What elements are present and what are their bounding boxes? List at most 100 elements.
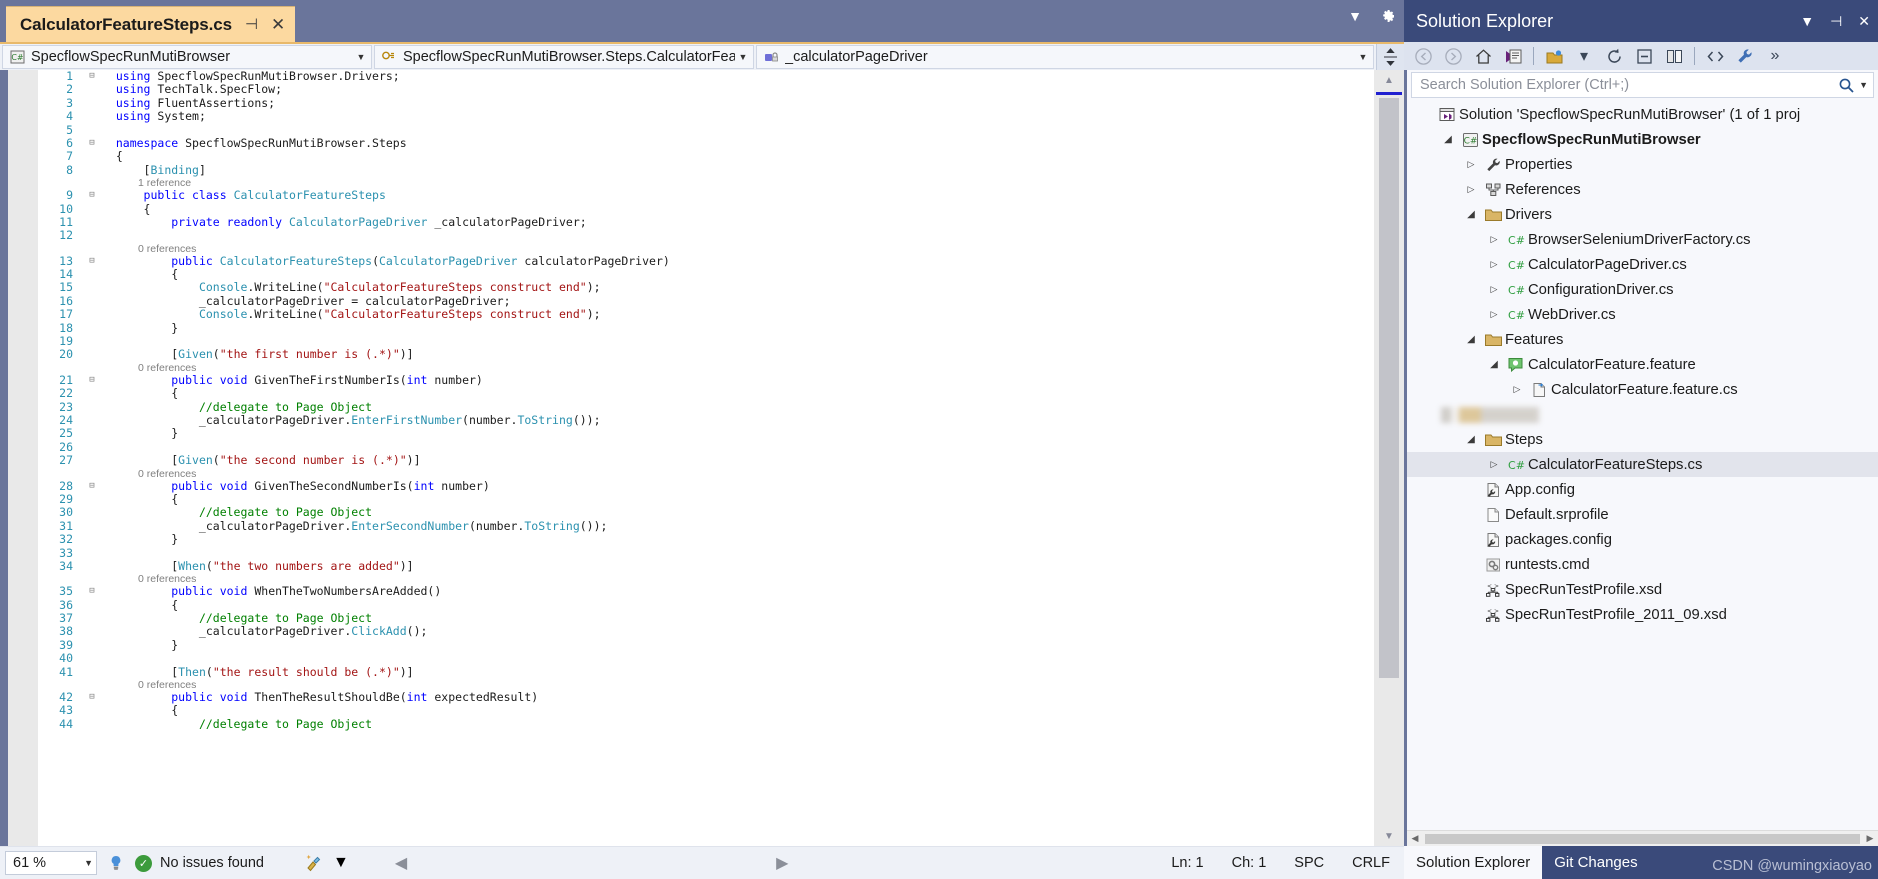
code-line[interactable]: 34 [When("the two numbers are added")] [38,559,1404,573]
scroll-down-arrow[interactable]: ▼ [1374,826,1404,846]
solution-explorer-horizontal-scrollbar[interactable]: ◀ ▶ [1407,830,1878,846]
code-line[interactable]: 27 [Given("the second number is (.*)")] [38,453,1404,467]
tree-item-calculatorfeaturesteps-cs[interactable]: ▷ C# CalculatorFeatureSteps.cs [1407,452,1878,477]
chevron-down-icon[interactable]: ▾ [1571,44,1597,68]
code-line[interactable]: 13 ⊟ public CalculatorFeatureSteps(Calcul… [38,254,1404,268]
code-line[interactable]: 14 { [38,267,1404,281]
code-line[interactable]: 3 using FluentAssertions; [38,96,1404,110]
home-icon[interactable] [1470,44,1496,68]
tree-item-specflowspecrunmutibrowser[interactable]: ◢ C# SpecflowSpecRunMutiBrowser [1407,127,1878,152]
expander-expanded-icon[interactable]: ◢ [1461,334,1481,345]
code-line[interactable]: 5 [38,123,1404,137]
split-view-icon[interactable] [1376,44,1404,70]
tree-item-app-config[interactable]: App.config [1407,477,1878,502]
fold-toggle-icon[interactable]: ⊟ [82,70,102,83]
tab-git-changes[interactable]: Git Changes [1542,846,1649,879]
scroll-right-arrow[interactable]: ▶ [1862,833,1878,844]
chevron-down-icon[interactable]: ▼ [333,854,349,872]
expander-collapsed-icon[interactable]: ▷ [1484,309,1504,320]
expander-collapsed-icon[interactable]: ▷ [1484,459,1504,470]
fold-toggle-icon[interactable]: ⊟ [82,585,102,598]
close-icon[interactable]: ✕ [271,16,285,33]
code-line[interactable]: 21 ⊟ public void GivenTheFirstNumberIs(in… [38,373,1404,387]
expander-expanded-icon[interactable]: ◢ [1484,359,1504,370]
properties-icon[interactable] [1661,44,1687,68]
code-line[interactable]: 24 _calculatorPageDriver.EnterFirstNumbe… [38,413,1404,427]
tree-item-webdriver-cs[interactable]: ▷ C# WebDriver.cs [1407,302,1878,327]
code-line[interactable]: 6 ⊟ namespace SpecflowSpecRunMutiBrowser.… [38,136,1404,150]
code-line[interactable]: 38 _calculatorPageDriver.ClickAdd(); [38,625,1404,639]
fold-toggle-icon[interactable]: ⊟ [82,255,102,268]
chevron-down-icon[interactable]: ▼ [84,858,93,868]
forward-icon[interactable] [1440,44,1466,68]
expander-collapsed-icon[interactable]: ▷ [1461,159,1481,170]
code-line[interactable]: 7 { [38,149,1404,163]
code-line[interactable]: 41 [Then("the result should be (.*)")] [38,665,1404,679]
code-line[interactable]: 10 { [38,202,1404,216]
member-dropdown[interactable]: _calculatorPageDriver ▼ [756,45,1374,69]
search-solution-explorer[interactable]: Search Solution Explorer (Ctrl+;) ▼ [1411,72,1874,98]
code-line[interactable]: 11 private readonly CalculatorPageDriver… [38,215,1404,229]
code-line[interactable]: 20 [Given("the first number is (.*)")] [38,348,1404,362]
code-line[interactable]: 43 { [38,703,1404,717]
close-icon[interactable]: ✕ [1858,13,1870,30]
expander-expanded-icon[interactable]: ◢ [1461,434,1481,445]
overflow-icon[interactable]: » [1762,44,1788,68]
code-line[interactable]: 36 { [38,598,1404,612]
code-line[interactable]: 26 [38,440,1404,454]
tree-item-steps[interactable]: ◢ Steps [1407,427,1878,452]
code-line[interactable]: 22 { [38,386,1404,400]
tree-item-references[interactable]: ▷ References [1407,177,1878,202]
tree-item-calculatorfeature-feature-cs[interactable]: ▷ CalculatorFeature.feature.cs [1407,377,1878,402]
intellisense-icon[interactable] [107,854,125,872]
code-line[interactable]: 25 } [38,426,1404,440]
code-line[interactable]: 19 [38,334,1404,348]
fold-toggle-icon[interactable]: ⊟ [82,374,102,387]
fold-toggle-icon[interactable]: ⊟ [82,480,102,493]
expander-collapsed-icon[interactable]: ▷ [1484,284,1504,295]
expander-collapsed-icon[interactable]: ▷ [1507,384,1527,395]
code-text[interactable]: 1 ⊟ using SpecflowSpecRunMutiBrowser.Driv… [38,70,1404,846]
chevron-down-icon[interactable]: ▼ [1859,80,1871,90]
zoom-level-dropdown[interactable]: 61 % ▼ [5,851,97,875]
code-line[interactable]: 35 ⊟ public void WhenTheTwoNumbersAreAdde… [38,584,1404,598]
code-line[interactable]: 1 ⊟ using SpecflowSpecRunMutiBrowser.Driv… [38,70,1404,83]
tree-item-default-srprofile[interactable]: Default.srprofile [1407,502,1878,527]
chevron-down-icon[interactable]: ▼ [1800,13,1814,29]
prev-issue-icon[interactable]: ◀ [395,853,407,873]
code-line[interactable]: 37 //delegate to Page Object [38,611,1404,625]
expander-collapsed-icon[interactable]: ▷ [1484,234,1504,245]
tree-item-features[interactable]: ◢ Features [1407,327,1878,352]
next-issue-icon[interactable]: ▶ [776,853,788,873]
code-line[interactable]: 9 ⊟ public class CalculatorFeatureSteps [38,188,1404,202]
scroll-up-arrow[interactable]: ▲ [1374,70,1404,90]
code-line[interactable]: 40 [38,651,1404,665]
tree-item-packages-config[interactable]: packages.config [1407,527,1878,552]
expander-expanded-icon[interactable]: ◢ [1461,209,1481,220]
tree-item-browserseleniumdriverfactory-cs[interactable]: ▷ C# BrowserSeleniumDriverFactory.cs [1407,227,1878,252]
magnifier-icon[interactable] [1834,77,1859,94]
refresh-icon[interactable] [1601,44,1627,68]
code-line[interactable]: 18 } [38,321,1404,335]
search-input[interactable]: Search Solution Explorer (Ctrl+;) [1420,77,1834,93]
fold-toggle-icon[interactable]: ⊟ [82,189,102,202]
tree-item-calculatorpagedriver-cs[interactable]: ▷ C# CalculatorPageDriver.cs [1407,252,1878,277]
code-line[interactable]: 4 using System; [38,109,1404,123]
code-line[interactable]: 39 } [38,638,1404,652]
scroll-left-arrow[interactable]: ◀ [1407,833,1423,844]
code-cleanup-icon[interactable] [304,854,323,872]
type-dropdown[interactable]: SpecflowSpecRunMutiBrowser.Steps.Calcula… [374,45,754,69]
tree-item-specruntestprofile-2011-09-xsd[interactable]: < > SpecRunTestProfile_2011_09.xsd [1407,602,1878,627]
chevron-down-icon[interactable]: ▼ [735,52,751,62]
tree-item-solution-specflowspecrunmutibrowser-1-of-1-proj[interactable]: Solution 'SpecflowSpecRunMutiBrowser' (1… [1407,102,1878,127]
view-code-icon[interactable] [1702,44,1728,68]
code-line[interactable]: 12 [38,228,1404,242]
code-line[interactable]: 42 ⊟ public void ThenTheResultShouldBe(in… [38,690,1404,704]
code-line[interactable]: 30 //delegate to Page Object [38,505,1404,519]
tree-item-runtests-cmd[interactable]: runtests.cmd [1407,552,1878,577]
code-line[interactable]: 32 } [38,532,1404,546]
vertical-scroll-thumb[interactable] [1379,98,1399,678]
settings-wrench-icon[interactable] [1732,44,1758,68]
tab-solution-explorer[interactable]: Solution Explorer [1404,846,1543,879]
code-line[interactable]: 8 [Binding] [38,163,1404,177]
